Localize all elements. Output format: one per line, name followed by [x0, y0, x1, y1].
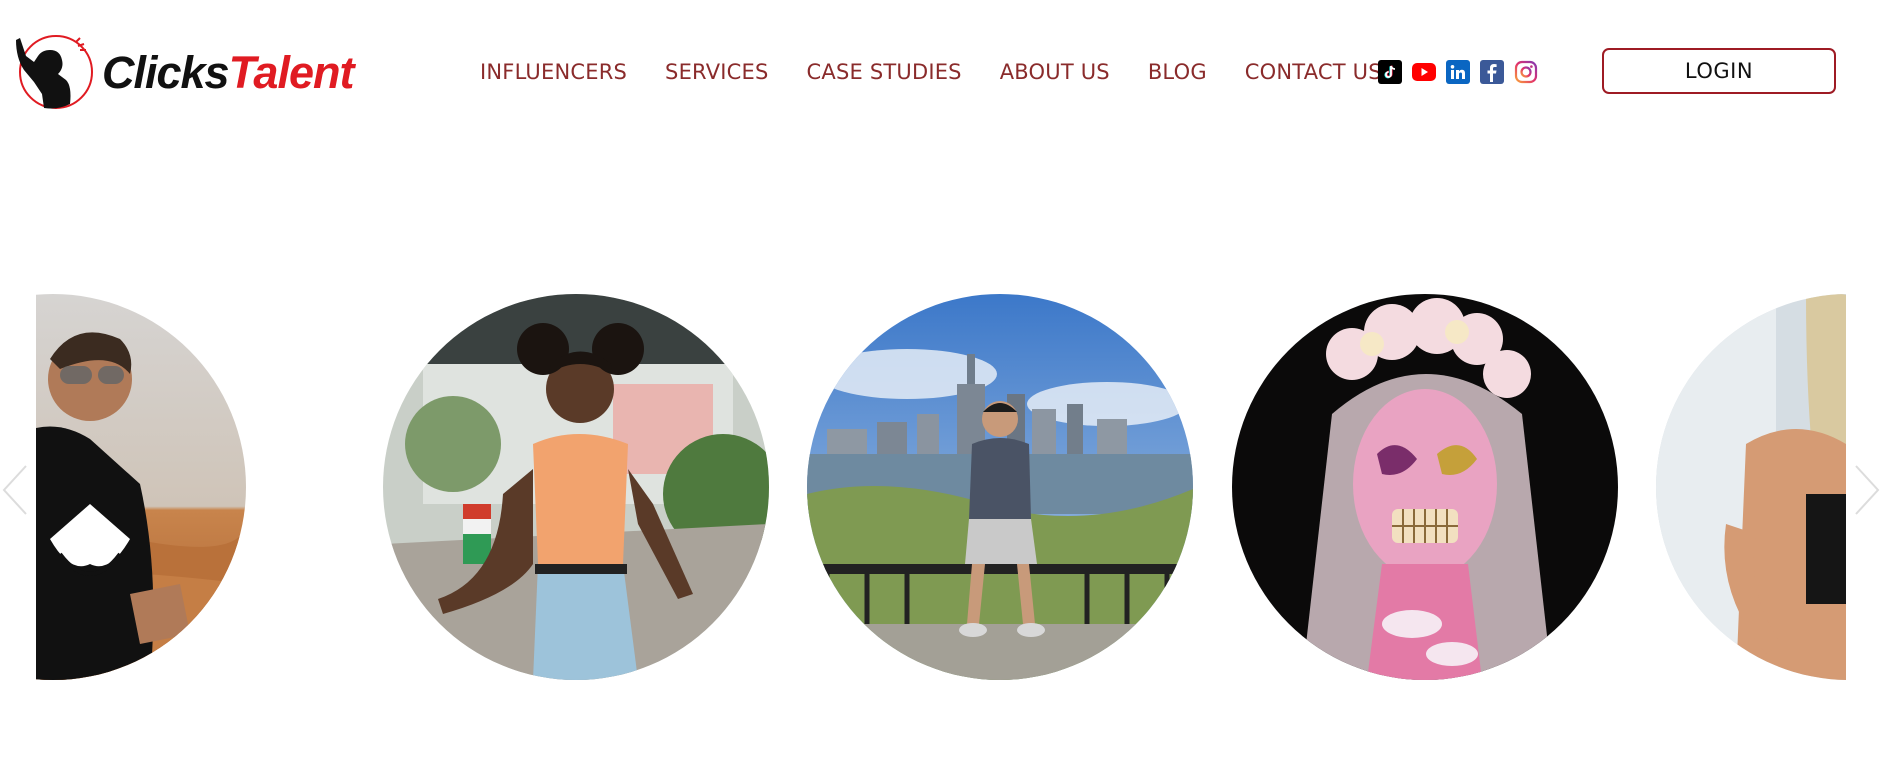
- chevron-right-icon[interactable]: [1852, 462, 1882, 518]
- nav-services[interactable]: SERVICES: [665, 60, 768, 84]
- nav-blog[interactable]: BLOG: [1148, 60, 1207, 84]
- page: ClicksTalent INFLUENCERS SERVICES CASE S…: [0, 0, 1893, 762]
- slide-influencer-patio[interactable]: [383, 294, 769, 680]
- slide-influencer-desert[interactable]: [36, 294, 246, 680]
- nav-contact-us[interactable]: CONTACT US: [1245, 60, 1382, 84]
- influencer-carousel: [0, 294, 1893, 680]
- linkedin-icon[interactable]: [1446, 60, 1470, 84]
- brand-name: ClicksTalent: [102, 46, 355, 98]
- youtube-icon[interactable]: [1412, 60, 1436, 84]
- slide-influencer-skyline[interactable]: [807, 294, 1193, 680]
- carousel-track: [36, 294, 1846, 680]
- chevron-left-icon[interactable]: [0, 462, 30, 518]
- brand-logo[interactable]: ClicksTalent: [8, 32, 378, 112]
- instagram-icon[interactable]: [1514, 60, 1538, 84]
- nav-influencers[interactable]: INFLUENCERS: [480, 60, 627, 84]
- brand-name-part1: Clicks: [102, 46, 230, 98]
- brand-name-part2: Talent: [228, 46, 355, 98]
- nav-case-studies[interactable]: CASE STUDIES: [807, 60, 962, 84]
- social-links: [1378, 60, 1538, 84]
- nav-about-us[interactable]: ABOUT US: [1000, 60, 1110, 84]
- slide-influencer-blonde[interactable]: [1656, 294, 1846, 680]
- logo-mark-icon: [8, 34, 96, 110]
- facebook-icon[interactable]: [1480, 60, 1504, 84]
- tiktok-icon[interactable]: [1378, 60, 1402, 84]
- main-nav: INFLUENCERS SERVICES CASE STUDIES ABOUT …: [480, 56, 1382, 88]
- slide-influencer-facepaint[interactable]: [1232, 294, 1618, 680]
- login-button[interactable]: LOGIN: [1602, 48, 1836, 94]
